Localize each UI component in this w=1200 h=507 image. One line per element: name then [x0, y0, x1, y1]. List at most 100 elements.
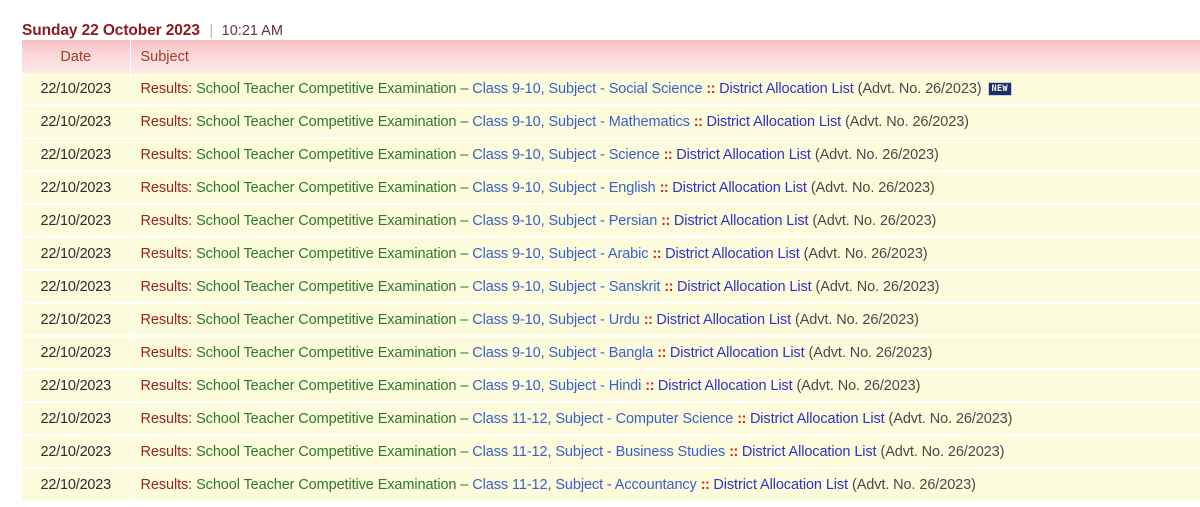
table-row[interactable]: 22/10/2023 Results: School Teacher Competi… [22, 73, 1200, 106]
notice-advertisement-number: (Advt. No. 26/2023) [851, 476, 976, 493]
notices-table-container: Date Subject 22/10/2023 Results: School Te… [22, 40, 1200, 502]
notice-class-subject-link: Class 9-10, Subject - Persian [472, 212, 658, 229]
notice-exam-name: School Teacher Competitive Examination – [196, 377, 469, 394]
notice-class-subject-link: Class 9-10, Subject - English [472, 179, 656, 196]
table-body: 22/10/2023 Results: School Teacher Competi… [22, 73, 1200, 502]
notice-advertisement-number: (Advt. No. 26/2023) [845, 113, 969, 130]
notice-subject[interactable]: Results: School Teacher Competitive Exami… [130, 369, 1200, 403]
notice-class-subject-link: Class 9-10, Subject - Arabic [472, 245, 649, 262]
notice-document-link: District Allocation List [673, 212, 809, 229]
notice-advertisement-number: (Advt. No. 26/2023) [857, 80, 982, 97]
notice-class-subject-link: Class 9-10, Subject - Sanskrit [472, 278, 661, 295]
notice-subject[interactable]: Results: School Teacher Competitive Exami… [130, 105, 1200, 139]
date-time-header: Sunday 22 October 2023 | 10:21 AM [0, 0, 1200, 40]
notice-class-subject-link: Class 9-10, Subject - Mathematics [472, 113, 690, 130]
notice-colon-separator: :: [663, 146, 673, 163]
notice-results-label: Results: [140, 443, 193, 460]
notice-date: 22/10/2023 [22, 369, 131, 403]
notice-date: 22/10/2023 [22, 138, 131, 172]
notices-table: Date Subject 22/10/2023 Results: School Te… [22, 40, 1200, 502]
table-header-row: Date Subject [22, 40, 1200, 73]
notice-date: 22/10/2023 [22, 237, 131, 271]
notice-subject[interactable]: Results: School Teacher Competitive Exami… [130, 138, 1200, 172]
notice-exam-name: School Teacher Competitive Examination – [196, 443, 469, 460]
notice-advertisement-number: (Advt. No. 26/2023) [808, 344, 933, 361]
notice-subject[interactable]: Results: School Teacher Competitive Exami… [130, 303, 1200, 337]
new-badge-icon: NEW [987, 81, 1012, 96]
notice-class-subject-link: Class 9-10, Subject - Bangla [472, 344, 654, 361]
notice-advertisement-number: (Advt. No. 26/2023) [810, 179, 935, 196]
table-row[interactable]: 22/10/2023 Results: School Teacher Competi… [22, 336, 1200, 370]
table-row[interactable]: 22/10/2023 Results: School Teacher Competi… [22, 369, 1200, 403]
notice-class-subject-link: Class 9-10, Subject - Urdu [472, 311, 640, 328]
notice-subject[interactable]: Results: School Teacher Competitive Exami… [130, 435, 1200, 469]
current-date: Sunday 22 October 2023 [22, 22, 200, 39]
notice-subject[interactable]: Results: School Teacher Competitive Exami… [130, 171, 1200, 205]
notice-document-link: District Allocation List [749, 410, 885, 427]
notice-results-label: Results: [140, 146, 193, 163]
table-row[interactable]: 22/10/2023 Results: School Teacher Competi… [22, 237, 1200, 271]
notice-document-link: District Allocation List [676, 278, 812, 295]
notice-exam-name: School Teacher Competitive Examination – [196, 212, 469, 229]
table-row[interactable]: 22/10/2023 Results: School Teacher Competi… [22, 270, 1200, 304]
notice-results-label: Results: [140, 80, 193, 97]
notice-subject[interactable]: Results: School Teacher Competitive Exami… [130, 270, 1200, 304]
table-row[interactable]: 22/10/2023 Results: School Teacher Competi… [22, 171, 1200, 205]
notice-document-link: District Allocation List [657, 377, 793, 394]
notice-results-label: Results: [140, 113, 193, 130]
notice-advertisement-number: (Advt. No. 26/2023) [795, 311, 919, 328]
notice-advertisement-number: (Advt. No. 26/2023) [796, 377, 921, 394]
notice-advertisement-number: (Advt. No. 26/2023) [803, 245, 928, 262]
notice-colon-separator: :: [729, 443, 738, 460]
table-row[interactable]: 22/10/2023 Results: School Teacher Competi… [22, 303, 1200, 337]
notice-document-link: District Allocation List [676, 146, 811, 163]
notice-results-label: Results: [140, 179, 193, 196]
notice-results-label: Results: [140, 245, 193, 262]
notice-document-link: District Allocation List [665, 245, 800, 262]
notice-results-label: Results: [140, 344, 193, 361]
notice-colon-separator: :: [643, 311, 653, 328]
notice-date: 22/10/2023 [22, 105, 131, 139]
current-time: 10:21 AM [221, 23, 283, 39]
notice-advertisement-number: (Advt. No. 26/2023) [815, 278, 940, 295]
notice-colon-separator: :: [706, 80, 716, 97]
table-row[interactable]: 22/10/2023 Results: School Teacher Competi… [22, 204, 1200, 238]
notice-subject[interactable]: Results: School Teacher Competitive Exami… [130, 336, 1200, 370]
notice-colon-separator: :: [700, 476, 710, 493]
notice-subject[interactable]: Results: School Teacher Competitive Exami… [130, 468, 1200, 502]
notice-subject[interactable]: Results: School Teacher Competitive Exami… [130, 204, 1200, 238]
notice-exam-name: School Teacher Competitive Examination – [196, 113, 469, 130]
table-row[interactable]: 22/10/2023 Results: School Teacher Competi… [22, 468, 1200, 502]
notice-results-label: Results: [140, 377, 193, 394]
notice-results-label: Results: [140, 311, 193, 328]
notice-subject[interactable]: Results: School Teacher Competitive Exami… [130, 402, 1200, 436]
notice-colon-separator: :: [693, 113, 703, 130]
notice-colon-separator: :: [664, 278, 673, 295]
notice-subject[interactable]: Results: School Teacher Competitive Exami… [130, 237, 1200, 271]
notice-exam-name: School Teacher Competitive Examination – [196, 80, 469, 97]
notice-exam-name: School Teacher Competitive Examination – [196, 311, 469, 328]
table-row[interactable]: 22/10/2023 Results: School Teacher Competi… [22, 402, 1200, 436]
table-row[interactable]: 22/10/2023 Results: School Teacher Competi… [22, 435, 1200, 469]
notice-date: 22/10/2023 [22, 468, 131, 502]
notice-colon-separator: :: [659, 179, 669, 196]
notice-subject[interactable]: Results: School Teacher Competitive Exami… [130, 73, 1200, 106]
notice-document-link: District Allocation List [713, 476, 848, 493]
notice-colon-separator: :: [737, 410, 746, 427]
notice-exam-name: School Teacher Competitive Examination – [196, 179, 469, 196]
notice-advertisement-number: (Advt. No. 26/2023) [814, 146, 939, 163]
notice-date: 22/10/2023 [22, 303, 131, 337]
notice-document-link: District Allocation List [741, 443, 877, 460]
table-row[interactable]: 22/10/2023 Results: School Teacher Competi… [22, 138, 1200, 172]
notice-class-subject-link: Class 9-10, Subject - Social Science [472, 80, 703, 97]
notice-advertisement-number: (Advt. No. 26/2023) [812, 212, 937, 229]
table-row[interactable]: 22/10/2023 Results: School Teacher Competi… [22, 105, 1200, 139]
notice-colon-separator: :: [645, 377, 654, 394]
notice-document-link: District Allocation List [672, 179, 807, 196]
notice-date: 22/10/2023 [22, 336, 131, 370]
notice-class-subject-link: Class 9-10, Subject - Science [472, 146, 660, 163]
notice-document-link: District Allocation List [706, 113, 842, 130]
notice-results-label: Results: [140, 476, 193, 493]
table-header: Date Subject [22, 40, 1200, 73]
notice-results-label: Results: [140, 410, 193, 427]
